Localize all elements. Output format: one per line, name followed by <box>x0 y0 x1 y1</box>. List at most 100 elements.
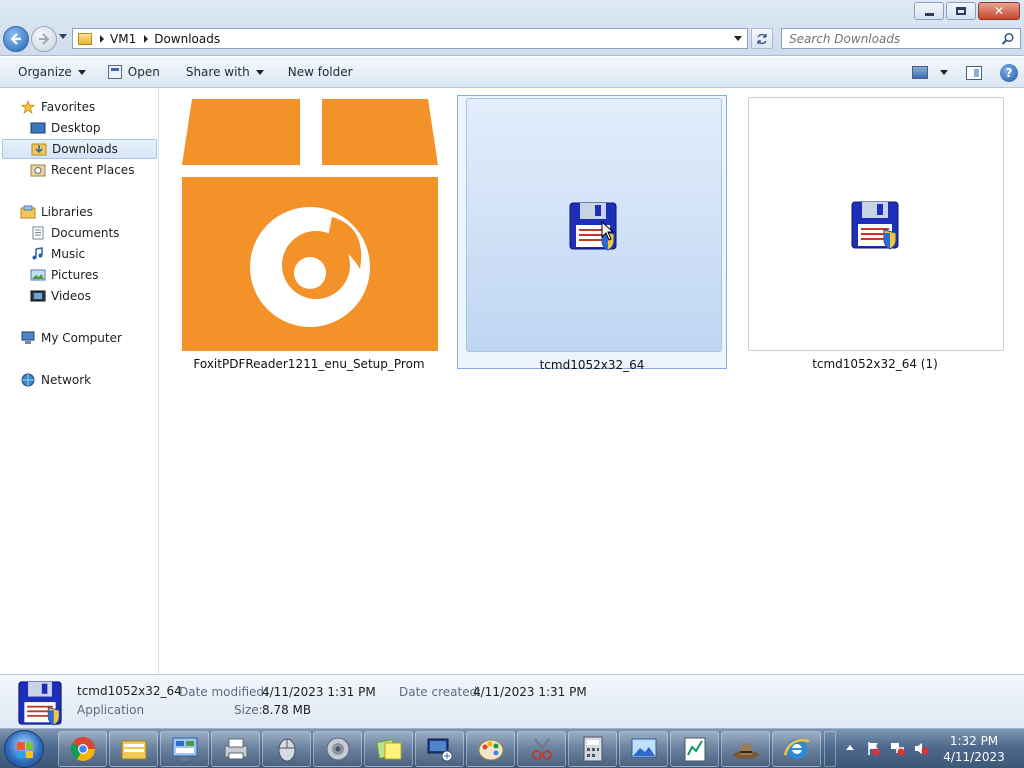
file-name: FoxitPDFReader1211_enu_Setup_Prom <box>193 357 425 371</box>
view-options-dropdown[interactable] <box>940 70 948 75</box>
foxit-installer-icon <box>182 99 438 351</box>
preview-pane-icon[interactable] <box>966 65 982 80</box>
nav-music[interactable]: Music <box>0 244 158 264</box>
taskbar-control-panel[interactable] <box>160 731 209 767</box>
paint-icon <box>478 739 503 761</box>
nav-pictures-label: Pictures <box>51 268 99 282</box>
downloads-folder-icon <box>31 143 47 156</box>
nav-pictures[interactable]: Pictures <box>0 265 158 285</box>
nav-favorites[interactable]: Favorites <box>0 97 158 117</box>
taskbar-snipping-tool[interactable] <box>517 731 566 767</box>
pictures-icon <box>30 269 46 281</box>
file-name: tcmd1052x32_64 <box>539 358 645 372</box>
size-value: 8.78 MB <box>262 703 312 717</box>
system-clock[interactable]: 1:32 PM 4/11/2023 <box>934 733 1014 765</box>
search-icon[interactable] <box>1001 32 1015 46</box>
taskbar-sound[interactable] <box>313 731 362 767</box>
chevron-down-icon <box>77 69 86 75</box>
file-item[interactable]: FoxitPDFReader1211_enu_Setup_Prom <box>174 95 444 371</box>
organize-button[interactable]: Organize <box>9 60 95 84</box>
navigation-pane: Favorites Desktop Downloads Recent Place… <box>0 89 159 674</box>
breadcrumb-downloads[interactable]: Downloads <box>154 32 220 46</box>
taskbar-calculator[interactable] <box>568 731 617 767</box>
folder-icon <box>78 32 92 45</box>
nav-network-label: Network <box>41 373 92 387</box>
taskbar-explorer[interactable] <box>109 731 158 767</box>
address-dropdown-icon[interactable] <box>734 36 742 41</box>
open-button[interactable]: Open <box>99 60 169 84</box>
taskbar-chrome[interactable] <box>58 731 107 767</box>
control-panel-icon <box>172 737 197 761</box>
taskbar-paint[interactable] <box>466 731 515 767</box>
nav-desktop[interactable]: Desktop <box>0 118 158 138</box>
close-button[interactable]: ✕ <box>978 2 1020 20</box>
chevron-right-icon[interactable] <box>144 34 149 43</box>
date-modified-label: Date modified: <box>179 685 269 699</box>
taskbar-internet-explorer[interactable] <box>772 731 821 767</box>
refresh-button[interactable] <box>751 28 773 49</box>
file-item[interactable]: tcmd1052x32_64 (1) <box>740 95 1010 371</box>
open-label: Open <box>127 65 160 79</box>
date-created-label: Date created: <box>399 685 482 699</box>
share-with-button[interactable]: Share with <box>177 60 273 84</box>
show-hidden-icons-button[interactable] <box>846 745 854 750</box>
taskbar-printer[interactable] <box>211 731 260 767</box>
breadcrumb-vm1[interactable]: VM1 <box>110 32 136 46</box>
details-file-type: Application <box>77 703 145 717</box>
nav-documents-label: Documents <box>51 226 120 240</box>
printer-icon <box>224 738 247 760</box>
nav-desktop-label: Desktop <box>51 121 101 135</box>
computer-icon <box>21 331 35 344</box>
help-icon[interactable]: ? <box>1000 63 1018 82</box>
nav-documents[interactable]: Documents <box>0 223 158 243</box>
taskbar-scroll[interactable] <box>824 731 836 767</box>
details-pane: tcmd1052x32_64 Application Date modified… <box>0 674 1024 728</box>
application-icon <box>107 65 122 79</box>
minimize-button[interactable] <box>914 2 944 20</box>
notepad-chart-icon <box>684 737 705 762</box>
taskbar-remote-desktop[interactable] <box>415 731 464 767</box>
taskbar-mouse-settings[interactable] <box>262 731 311 767</box>
new-folder-label: New folder <box>287 65 353 79</box>
recent-pages-dropdown[interactable] <box>59 34 67 39</box>
nav-libraries[interactable]: Libraries <box>0 202 158 222</box>
taskbar: 1:32 PM 4/11/2023 <box>0 728 1024 768</box>
start-button[interactable] <box>4 730 44 768</box>
taskbar-chart-notepad[interactable] <box>670 731 719 767</box>
internet-explorer-icon <box>783 739 809 759</box>
action-center-icon[interactable] <box>866 741 881 756</box>
nav-videos-label: Videos <box>51 289 91 303</box>
floppy-shield-icon <box>18 681 62 726</box>
nav-recent-places[interactable]: Recent Places <box>0 160 158 180</box>
taskbar-hat-app[interactable] <box>721 731 770 767</box>
nav-recent-places-label: Recent Places <box>51 163 135 177</box>
nav-music-label: Music <box>51 247 86 261</box>
maximize-button[interactable] <box>946 2 976 20</box>
refresh-icon <box>757 33 767 44</box>
nav-videos[interactable]: Videos <box>0 286 158 306</box>
date-created-value: 4/11/2023 1:31 PM <box>473 685 587 699</box>
nav-downloads[interactable]: Downloads <box>2 139 157 159</box>
address-bar[interactable]: VM1 Downloads <box>72 28 748 49</box>
file-thumbnail <box>748 97 1004 351</box>
forward-button[interactable] <box>31 26 57 52</box>
search-input[interactable] <box>789 31 989 46</box>
back-button[interactable] <box>3 26 29 52</box>
hat-icon <box>732 743 759 759</box>
nav-network[interactable]: Network <box>0 370 158 390</box>
taskbar-photo-viewer[interactable] <box>619 731 668 767</box>
change-view-icon[interactable] <box>912 66 928 79</box>
nav-my-computer[interactable]: My Computer <box>0 328 158 348</box>
search-box[interactable] <box>781 28 1021 49</box>
speaker-icon <box>326 737 349 761</box>
chevron-right-icon[interactable] <box>100 34 104 43</box>
clock-date: 4/11/2023 <box>943 750 1005 764</box>
videos-icon <box>30 290 46 302</box>
file-thumbnail <box>466 98 722 352</box>
file-item-selected[interactable]: tcmd1052x32_64 <box>457 95 727 372</box>
clock-time: 1:32 PM <box>949 734 999 748</box>
network-status-icon[interactable] <box>890 741 905 756</box>
volume-muted-icon[interactable] <box>914 741 929 756</box>
new-folder-button[interactable]: New folder <box>279 60 362 84</box>
taskbar-sticky-notes[interactable] <box>364 731 413 767</box>
